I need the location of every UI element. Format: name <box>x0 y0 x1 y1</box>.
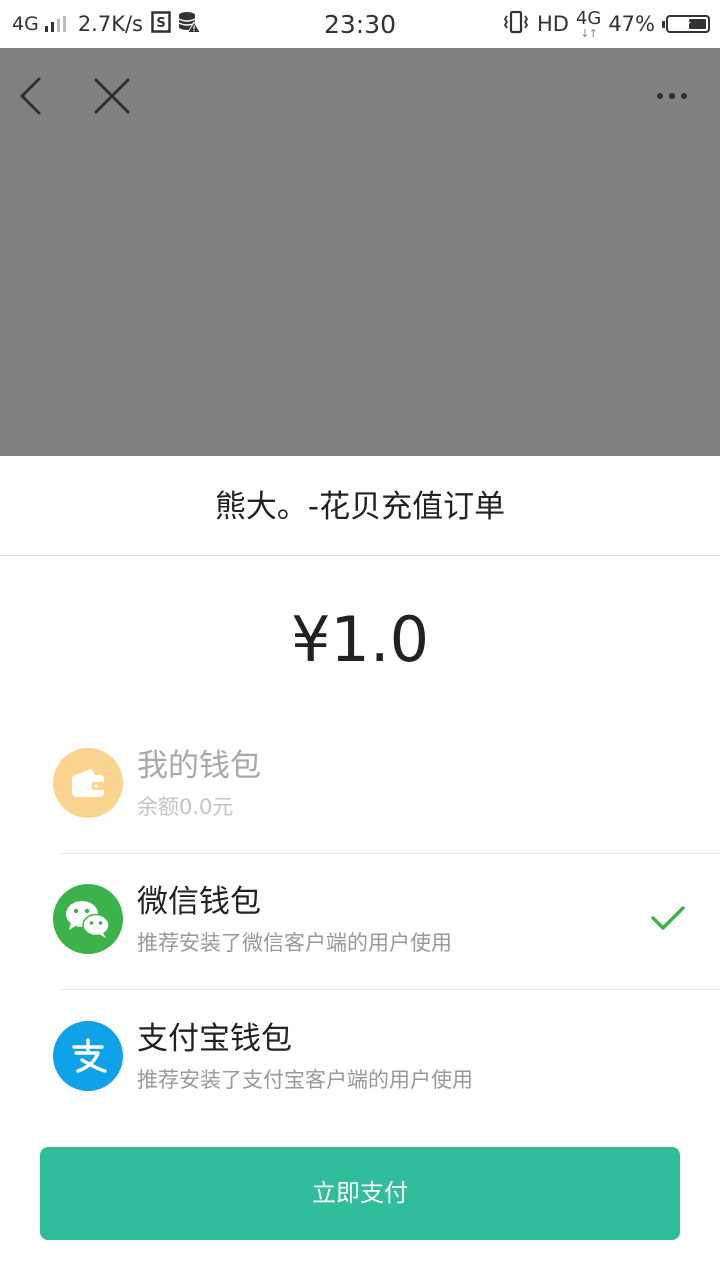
order-title: 熊大。-花贝充值订单 <box>0 456 720 556</box>
wechat-icon <box>53 884 123 954</box>
more-dots-icon <box>657 93 687 99</box>
status-bar: 4G 2.7K/s S 23:30 HD 4G ↓↑ 47% ⚡ <box>0 0 720 48</box>
chevron-left-icon <box>20 77 41 115</box>
divider <box>60 989 720 990</box>
signal-strength-icon <box>44 16 66 32</box>
close-icon <box>94 78 130 114</box>
alipay-icon <box>53 1021 123 1091</box>
wallet-icon <box>53 748 123 818</box>
vibrate-icon <box>502 10 530 39</box>
payment-method-alipay[interactable]: 支付宝钱包 推荐安装了支付宝客户端的用户使用 <box>0 991 720 1127</box>
alipay-name: 支付宝钱包 <box>137 1021 292 1057</box>
database-warning-icon <box>177 10 201 39</box>
back-button[interactable] <box>8 72 56 120</box>
alipay-description: 推荐安装了支付宝客户端的用户使用 <box>137 1068 473 1092</box>
data-arrows-icon: ↓↑ <box>580 26 597 40</box>
payment-method-wechat[interactable]: 微信钱包 推荐安装了微信客户端的用户使用 <box>0 854 720 990</box>
battery-icon: ⚡ <box>662 15 710 33</box>
charging-bolt-icon: ⚡ <box>683 16 693 31</box>
wechat-description: 推荐安装了微信客户端的用户使用 <box>137 931 452 955</box>
more-options-button[interactable] <box>648 72 696 120</box>
selected-check-icon <box>651 906 685 930</box>
battery-percent: 47% <box>608 12 655 36</box>
payment-method-wallet[interactable]: 我的钱包 余额0.0元 <box>0 718 720 854</box>
network-speed: 2.7K/s <box>77 12 143 36</box>
wechat-name: 微信钱包 <box>137 884 261 920</box>
mobile-data-label: 4G <box>575 7 602 29</box>
status-right: HD 4G ↓↑ 47% ⚡ <box>502 0 710 48</box>
pay-now-button[interactable]: 立即支付 <box>40 1147 680 1240</box>
payment-sheet: 熊大。-花贝充值订单 ¥1.0 我的钱包 余额0.0元 微信钱包 推荐安装了微信… <box>0 456 720 1280</box>
mobile-data-indicator: 4G ↓↑ <box>575 7 602 40</box>
wallet-name: 我的钱包 <box>137 748 261 784</box>
wallet-balance: 余额0.0元 <box>137 795 234 819</box>
hd-label: HD <box>536 12 569 36</box>
network-type-label: 4G <box>12 13 39 35</box>
storage-icon: S <box>151 10 171 38</box>
svg-text:S: S <box>156 16 165 31</box>
payment-amount: ¥1.0 <box>290 603 430 676</box>
close-button[interactable] <box>88 72 136 120</box>
status-left: 4G 2.7K/s S <box>12 0 201 48</box>
